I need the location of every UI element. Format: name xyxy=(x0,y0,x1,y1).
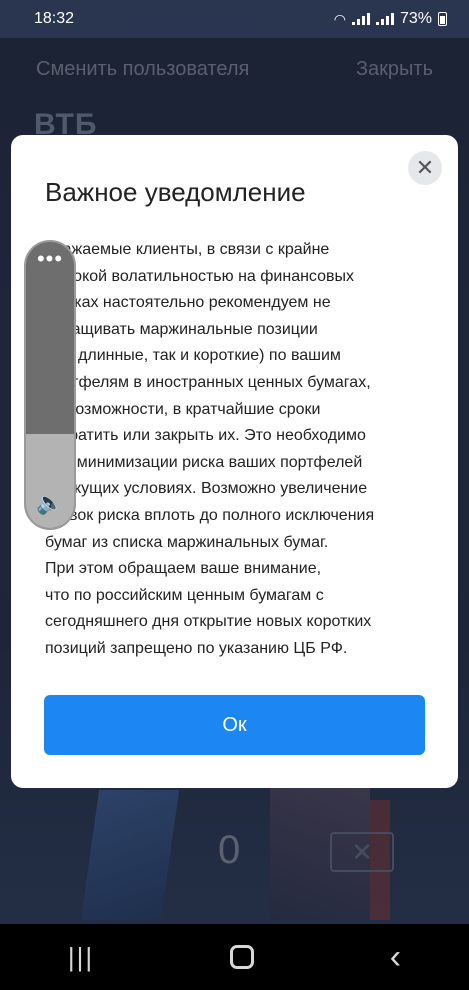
body-line: (как длинные, так и короткие) по вашим xyxy=(45,347,341,365)
status-time: 18:32 xyxy=(34,10,75,27)
ok-button[interactable]: Ок xyxy=(44,695,425,755)
body-line: для минимизации риска ваших портфелей xyxy=(45,453,363,471)
recents-button[interactable]: ||| xyxy=(68,942,94,973)
body-line: При этом обращаем ваше внимание, xyxy=(45,560,322,578)
wifi-icon: ◠ xyxy=(333,10,346,27)
speaker-icon[interactable]: 🔈 xyxy=(26,490,74,516)
signal-icon xyxy=(351,13,370,25)
body-line: по возможности, в кратчайшие сроки xyxy=(45,400,321,418)
body-line: позиций запрещено по указанию ЦБ РФ. xyxy=(45,639,348,657)
home-button[interactable] xyxy=(229,945,254,969)
body-line: Уважаемые клиенты, в связи с крайне xyxy=(45,241,330,258)
body-line: в текущих условиях. Возможно увеличение xyxy=(45,480,368,498)
battery-percent: 73% xyxy=(399,10,432,27)
body-line: высокой волатильностью на финансовых xyxy=(45,267,354,285)
back-button[interactable]: ‹ xyxy=(390,938,401,977)
close-button[interactable]: ✕ xyxy=(408,151,442,185)
notice-dialog: Важное уведомление ✕ Уважаемые клиенты, … xyxy=(11,135,458,788)
body-line: что по российским ценным бумагам с xyxy=(45,586,324,604)
body-line: портфелям в иностранных ценных бумагах, xyxy=(45,373,371,391)
more-options-icon[interactable]: ••• xyxy=(26,248,74,270)
body-line: сегодняшнего дня открытие новых коротких xyxy=(45,613,372,631)
body-line: ставок риска вплоть до полного исключени… xyxy=(45,506,375,524)
dialog-title: Важное уведомление xyxy=(45,177,306,207)
dialog-body: Уважаемые клиенты, в связи с крайне высо… xyxy=(45,237,435,663)
body-line: сократить или закрыть их. Это необходимо xyxy=(45,427,366,445)
body-line: бумаг из списка маржинальных бумаг. xyxy=(45,533,329,551)
close-icon: ✕ xyxy=(415,155,435,180)
body-line: рынках настоятельно рекомендуем не xyxy=(45,294,331,312)
battery-icon xyxy=(438,12,447,26)
signal-icon xyxy=(375,13,394,25)
status-bar: 18:32 ◠ 73% xyxy=(0,0,469,38)
volume-slider[interactable]: ••• 🔈 xyxy=(24,240,76,530)
body-line: наращивать маржинальные позиции xyxy=(45,320,318,338)
navigation-bar: ||| ‹ xyxy=(0,924,469,990)
